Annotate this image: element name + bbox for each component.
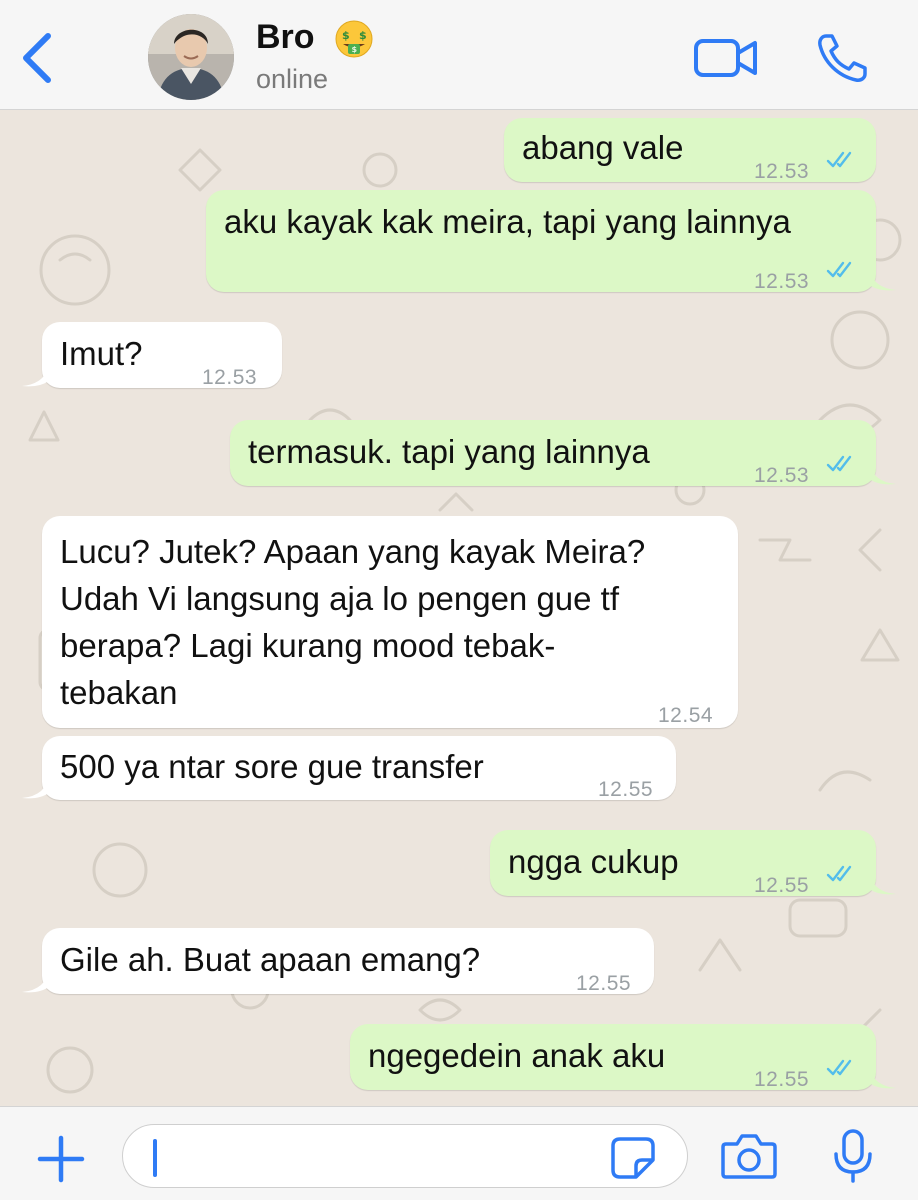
message-line: Lucu? Jutek? Apaan yang kayak Meira?: [60, 533, 646, 570]
message-line: berapa? Lagi kurang mood tebak-: [60, 627, 556, 664]
message-bubble-outgoing[interactable]: abang vale 12.53: [504, 118, 876, 183]
message-bubble-incoming[interactable]: Lucu? Jutek? Apaan yang kayak Meira? Uda…: [42, 516, 738, 728]
message-input[interactable]: [122, 1124, 688, 1188]
message-text: ngegedein anak aku: [368, 1037, 666, 1074]
svg-text:$: $: [359, 29, 367, 42]
message-line: tebakan: [60, 674, 178, 711]
plus-icon: [37, 1135, 85, 1183]
bubble-tail: [22, 774, 50, 799]
text-caret: [153, 1139, 157, 1177]
message-text: aku kayak kak meira, tapi yang lainnya: [224, 203, 791, 240]
read-receipt-icon: [826, 151, 852, 168]
message-bubble-incoming[interactable]: Imut? 12.53: [42, 322, 282, 389]
camera-icon: [721, 1134, 777, 1179]
sticker-button[interactable]: [610, 1136, 656, 1180]
read-receipt-icon: [826, 1059, 852, 1076]
message-time: 12.53: [754, 464, 810, 487]
message-text: Gile ah. Buat apaan emang?: [60, 941, 481, 978]
bubble-tail: [22, 362, 50, 387]
message-text: Imut?: [60, 335, 143, 372]
voice-call-button[interactable]: [816, 32, 870, 84]
message-text: termasuk. tapi yang lainnya: [248, 433, 650, 470]
bubble-tail: [868, 266, 896, 291]
sticker-icon: [611, 1137, 655, 1179]
message-time: 12.55: [754, 874, 810, 897]
message-bubble-outgoing[interactable]: aku kayak kak meira, tapi yang lainnya 1…: [206, 190, 876, 293]
bubble-tail: [868, 1064, 896, 1089]
phone-icon: [818, 34, 867, 82]
message-text: abang vale: [522, 129, 684, 166]
microphone-icon: [834, 1129, 872, 1183]
message-time: 12.55: [598, 778, 654, 801]
money-mouth-face-emoji: $ $ $: [335, 20, 373, 58]
message-bubble-outgoing[interactable]: ngegedein anak aku 12.55: [350, 1024, 876, 1091]
video-call-button[interactable]: [694, 36, 758, 80]
camera-button[interactable]: [720, 1132, 778, 1180]
contact-name[interactable]: Bro $ $ $: [256, 18, 374, 59]
bubble-tail: [868, 460, 896, 485]
read-receipt-icon: [826, 455, 852, 472]
avatar[interactable]: [148, 14, 234, 100]
read-receipt-icon: [826, 865, 852, 882]
svg-text:$: $: [342, 29, 350, 42]
message-time: 12.53: [202, 366, 258, 389]
attach-button[interactable]: [36, 1134, 86, 1184]
message-bubble-incoming[interactable]: Gile ah. Buat apaan emang? 12.55: [42, 928, 654, 995]
video-camera-icon: [694, 39, 757, 77]
message-bubble-outgoing[interactable]: ngga cukup 12.55: [490, 830, 876, 897]
message-line: Udah Vi langsung aja lo pengen gue tf: [60, 580, 620, 617]
read-receipt-icon: [826, 261, 852, 278]
message-time: 12.54: [658, 704, 714, 727]
message-text: 500 ya ntar sore gue transfer: [60, 748, 484, 785]
bubble-tail: [22, 968, 50, 993]
message-time: 12.55: [576, 972, 632, 995]
message-time: 12.55: [754, 1068, 810, 1091]
voice-message-button[interactable]: [832, 1128, 874, 1184]
bubble-tail: [868, 870, 896, 895]
chevron-left-icon: [23, 33, 51, 83]
message-bubble-outgoing[interactable]: termasuk. tapi yang lainnya 12.53: [230, 420, 876, 487]
avatar-photo: [148, 14, 234, 100]
message-bubble-incoming[interactable]: 500 ya ntar sore gue transfer 12.55: [42, 736, 676, 801]
contact-name-text: Bro: [256, 18, 315, 56]
message-time: 12.53: [754, 160, 810, 183]
message-time: 12.53: [754, 270, 810, 293]
message-text: ngga cukup: [508, 843, 679, 880]
svg-text:$: $: [352, 45, 358, 54]
chat-area[interactable]: abang vale 12.53 aku kayak kak meira, ta…: [0, 110, 918, 1106]
contact-status: online: [256, 64, 329, 94]
chat-header: Bro $ $ $ online: [0, 0, 918, 110]
back-button[interactable]: [18, 32, 58, 84]
